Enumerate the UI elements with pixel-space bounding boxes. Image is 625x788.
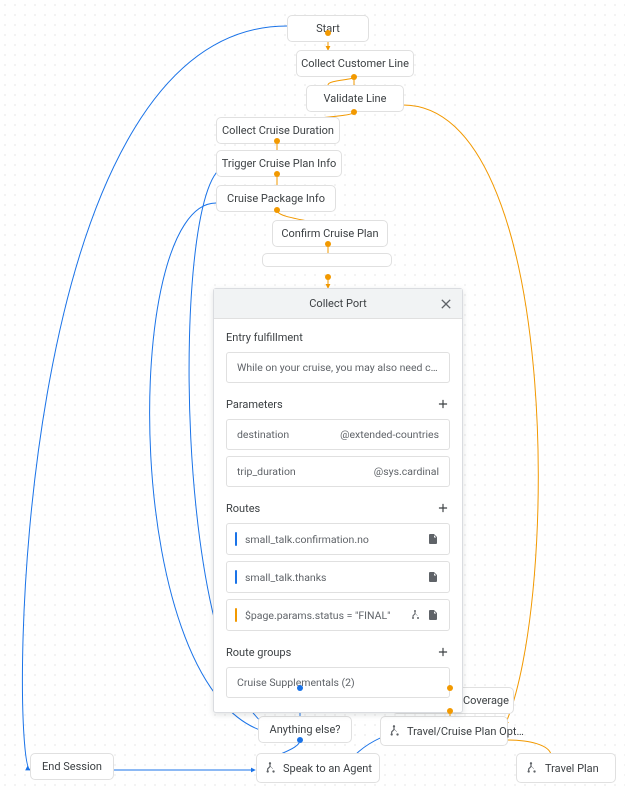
entry-fulfillment-section: Entry fulfillment While on your cruise, … — [226, 331, 450, 383]
panel-titlebar: Collect Port — [214, 289, 462, 319]
port-dot — [351, 109, 357, 115]
add-route-button[interactable] — [436, 501, 450, 515]
section-label: Routes — [226, 502, 260, 515]
panel-title: Collect Port — [309, 297, 366, 310]
node-label: Travel Plan — [545, 762, 599, 775]
parameters-section: Parameters destination @extended-countri… — [226, 397, 450, 487]
routes-section: Routes small_talk.confirmation.no small_… — [226, 501, 450, 631]
param-entity: @sys.cardinal — [374, 465, 439, 478]
port-dot — [325, 274, 331, 280]
node-start[interactable]: Start — [287, 15, 369, 42]
route-color-bar — [235, 532, 237, 546]
merge-icon — [263, 760, 277, 776]
node-label: Validate Line — [324, 92, 387, 105]
merge-icon — [387, 723, 401, 739]
node-collect-customer-line[interactable]: Collect Customer Line — [296, 50, 414, 77]
route-row[interactable]: $page.params.status = "FINAL" — [226, 599, 450, 631]
port-dot — [447, 708, 453, 714]
route-groups-section: Route groups Cruise Supplementals (2) — [226, 645, 450, 698]
node-label: Collect Customer Line — [301, 57, 409, 70]
param-entity: @extended-countries — [340, 428, 439, 441]
page-icon — [427, 609, 439, 621]
node-label: Travel/Cruise Plan Opt… — [407, 725, 524, 738]
branch-icon — [409, 609, 421, 621]
section-label: Entry fulfillment — [226, 331, 303, 344]
route-group-row[interactable]: Cruise Supplementals (2) — [226, 667, 450, 698]
merge-icon — [523, 760, 539, 776]
section-label: Parameters — [226, 398, 283, 411]
route-color-bar — [235, 570, 237, 584]
add-route-group-button[interactable] — [436, 645, 450, 659]
node-speak-to-agent[interactable]: Speak to an Agent — [256, 753, 380, 783]
page-icon — [427, 571, 439, 583]
port-dot — [447, 685, 453, 691]
node-travel-cruise-plan-opt[interactable]: Travel/Cruise Plan Opt… — [380, 716, 508, 746]
port-dot — [297, 737, 303, 743]
node-end-session[interactable]: End Session — [30, 753, 114, 780]
route-row[interactable]: small_talk.confirmation.no — [226, 523, 450, 555]
node-anything-else[interactable]: Anything else? — [258, 716, 352, 743]
node-collect-port-below[interactable] — [262, 253, 392, 267]
route-label: $page.params.status = "FINAL" — [245, 609, 409, 622]
node-label: Collect Cruise Duration — [222, 124, 334, 137]
close-icon[interactable] — [438, 296, 454, 312]
route-group-label: Cruise Supplementals (2) — [237, 676, 355, 689]
route-label: small_talk.thanks — [245, 571, 427, 584]
node-label: Trigger Cruise Plan Info — [222, 157, 337, 170]
node-label: End Session — [42, 760, 102, 773]
node-validate-line[interactable]: Validate Line — [306, 85, 404, 112]
fulfillment-text: While on your cruise, you may also need … — [237, 361, 450, 374]
param-name: destination — [237, 428, 289, 441]
page-icon — [427, 533, 439, 545]
port-dot — [274, 171, 280, 177]
port-dot — [325, 30, 331, 36]
port-dot — [274, 207, 280, 213]
param-name: trip_duration — [237, 465, 296, 478]
node-label: Confirm Cruise Plan — [281, 227, 378, 240]
parameter-row[interactable]: destination @extended-countries — [226, 419, 450, 450]
page-detail-panel[interactable]: Collect Port Entry fulfillment While on … — [213, 288, 463, 713]
node-label: Speak to an Agent — [283, 762, 372, 775]
route-color-bar — [235, 608, 237, 622]
port-dot — [351, 74, 357, 80]
node-label: Cruise Package Info — [227, 192, 325, 205]
port-dot — [274, 138, 280, 144]
panel-body: Entry fulfillment While on your cruise, … — [214, 319, 462, 712]
route-label: small_talk.confirmation.no — [245, 533, 427, 546]
node-label: Anything else? — [270, 723, 341, 736]
section-label: Route groups — [226, 646, 291, 659]
parameter-row[interactable]: trip_duration @sys.cardinal — [226, 456, 450, 487]
add-parameter-button[interactable] — [436, 397, 450, 411]
route-row[interactable]: small_talk.thanks — [226, 561, 450, 593]
port-dot — [297, 685, 303, 691]
port-dot — [325, 241, 331, 247]
entry-fulfillment-row[interactable]: While on your cruise, you may also need … — [226, 352, 450, 383]
node-travel-plan[interactable]: Travel Plan — [516, 753, 616, 783]
